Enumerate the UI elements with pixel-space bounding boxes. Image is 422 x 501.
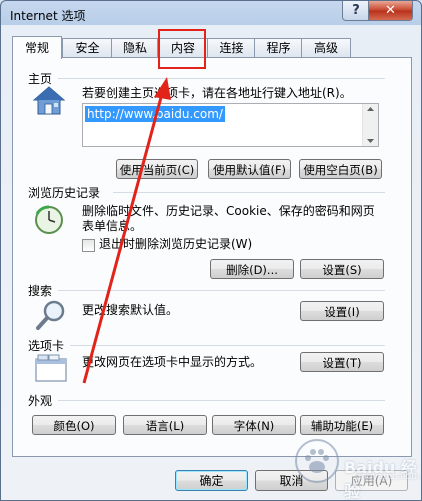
internet-options-window: Internet 选项 ? ✕ 常规 安全 隐私 内容 连接 程序 高级 主页 … [0, 0, 422, 501]
watermark-url: jingyan.baidu.com [356, 472, 421, 482]
baidu-paw-icon [295, 439, 339, 483]
red-arrow-annotation [82, 77, 171, 384]
baidu-watermark: Baidu 经验 jingyan.baidu.com [294, 438, 421, 500]
